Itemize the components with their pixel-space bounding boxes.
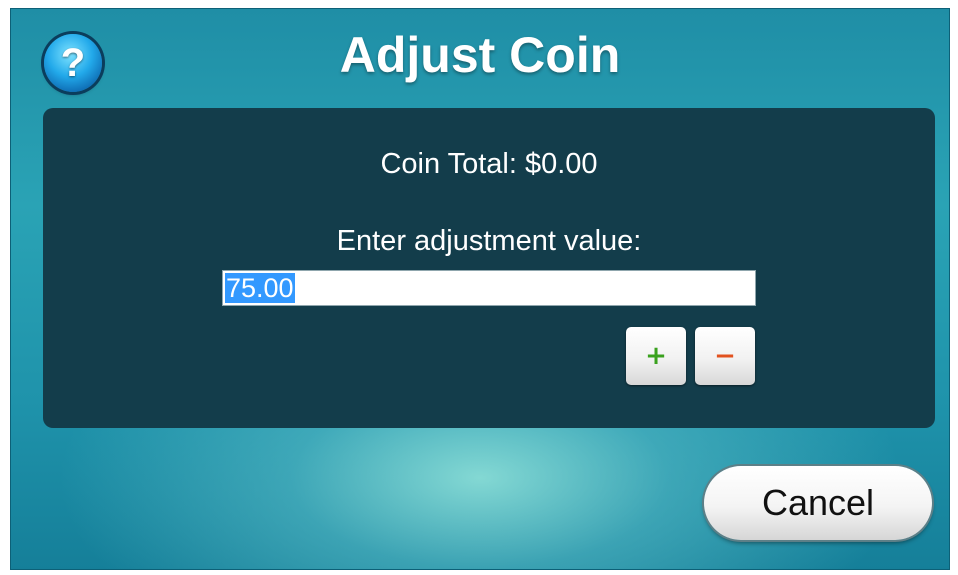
adjustment-prompt: Enter adjustment value: xyxy=(336,225,642,257)
coin-total-label: Coin Total: $0.00 xyxy=(380,148,598,180)
plus-icon: + xyxy=(645,341,667,371)
minus-icon: − xyxy=(714,341,736,371)
adjust-coin-dialog: ? Adjust Coin Coin Total: $0.00 Enter ad… xyxy=(10,8,950,570)
cancel-button[interactable]: Cancel xyxy=(704,466,932,540)
adjustment-value-text: 75.00 xyxy=(225,273,295,303)
plus-button[interactable]: + xyxy=(626,327,686,385)
adjustment-value-input[interactable]: 75.00 xyxy=(222,270,756,306)
dialog-title: Adjust Coin xyxy=(339,27,621,83)
adjustment-panel: Coin Total: $0.00 Enter adjustment value… xyxy=(43,108,935,428)
cancel-button-label: Cancel xyxy=(761,482,875,523)
minus-button[interactable]: − xyxy=(695,327,755,385)
